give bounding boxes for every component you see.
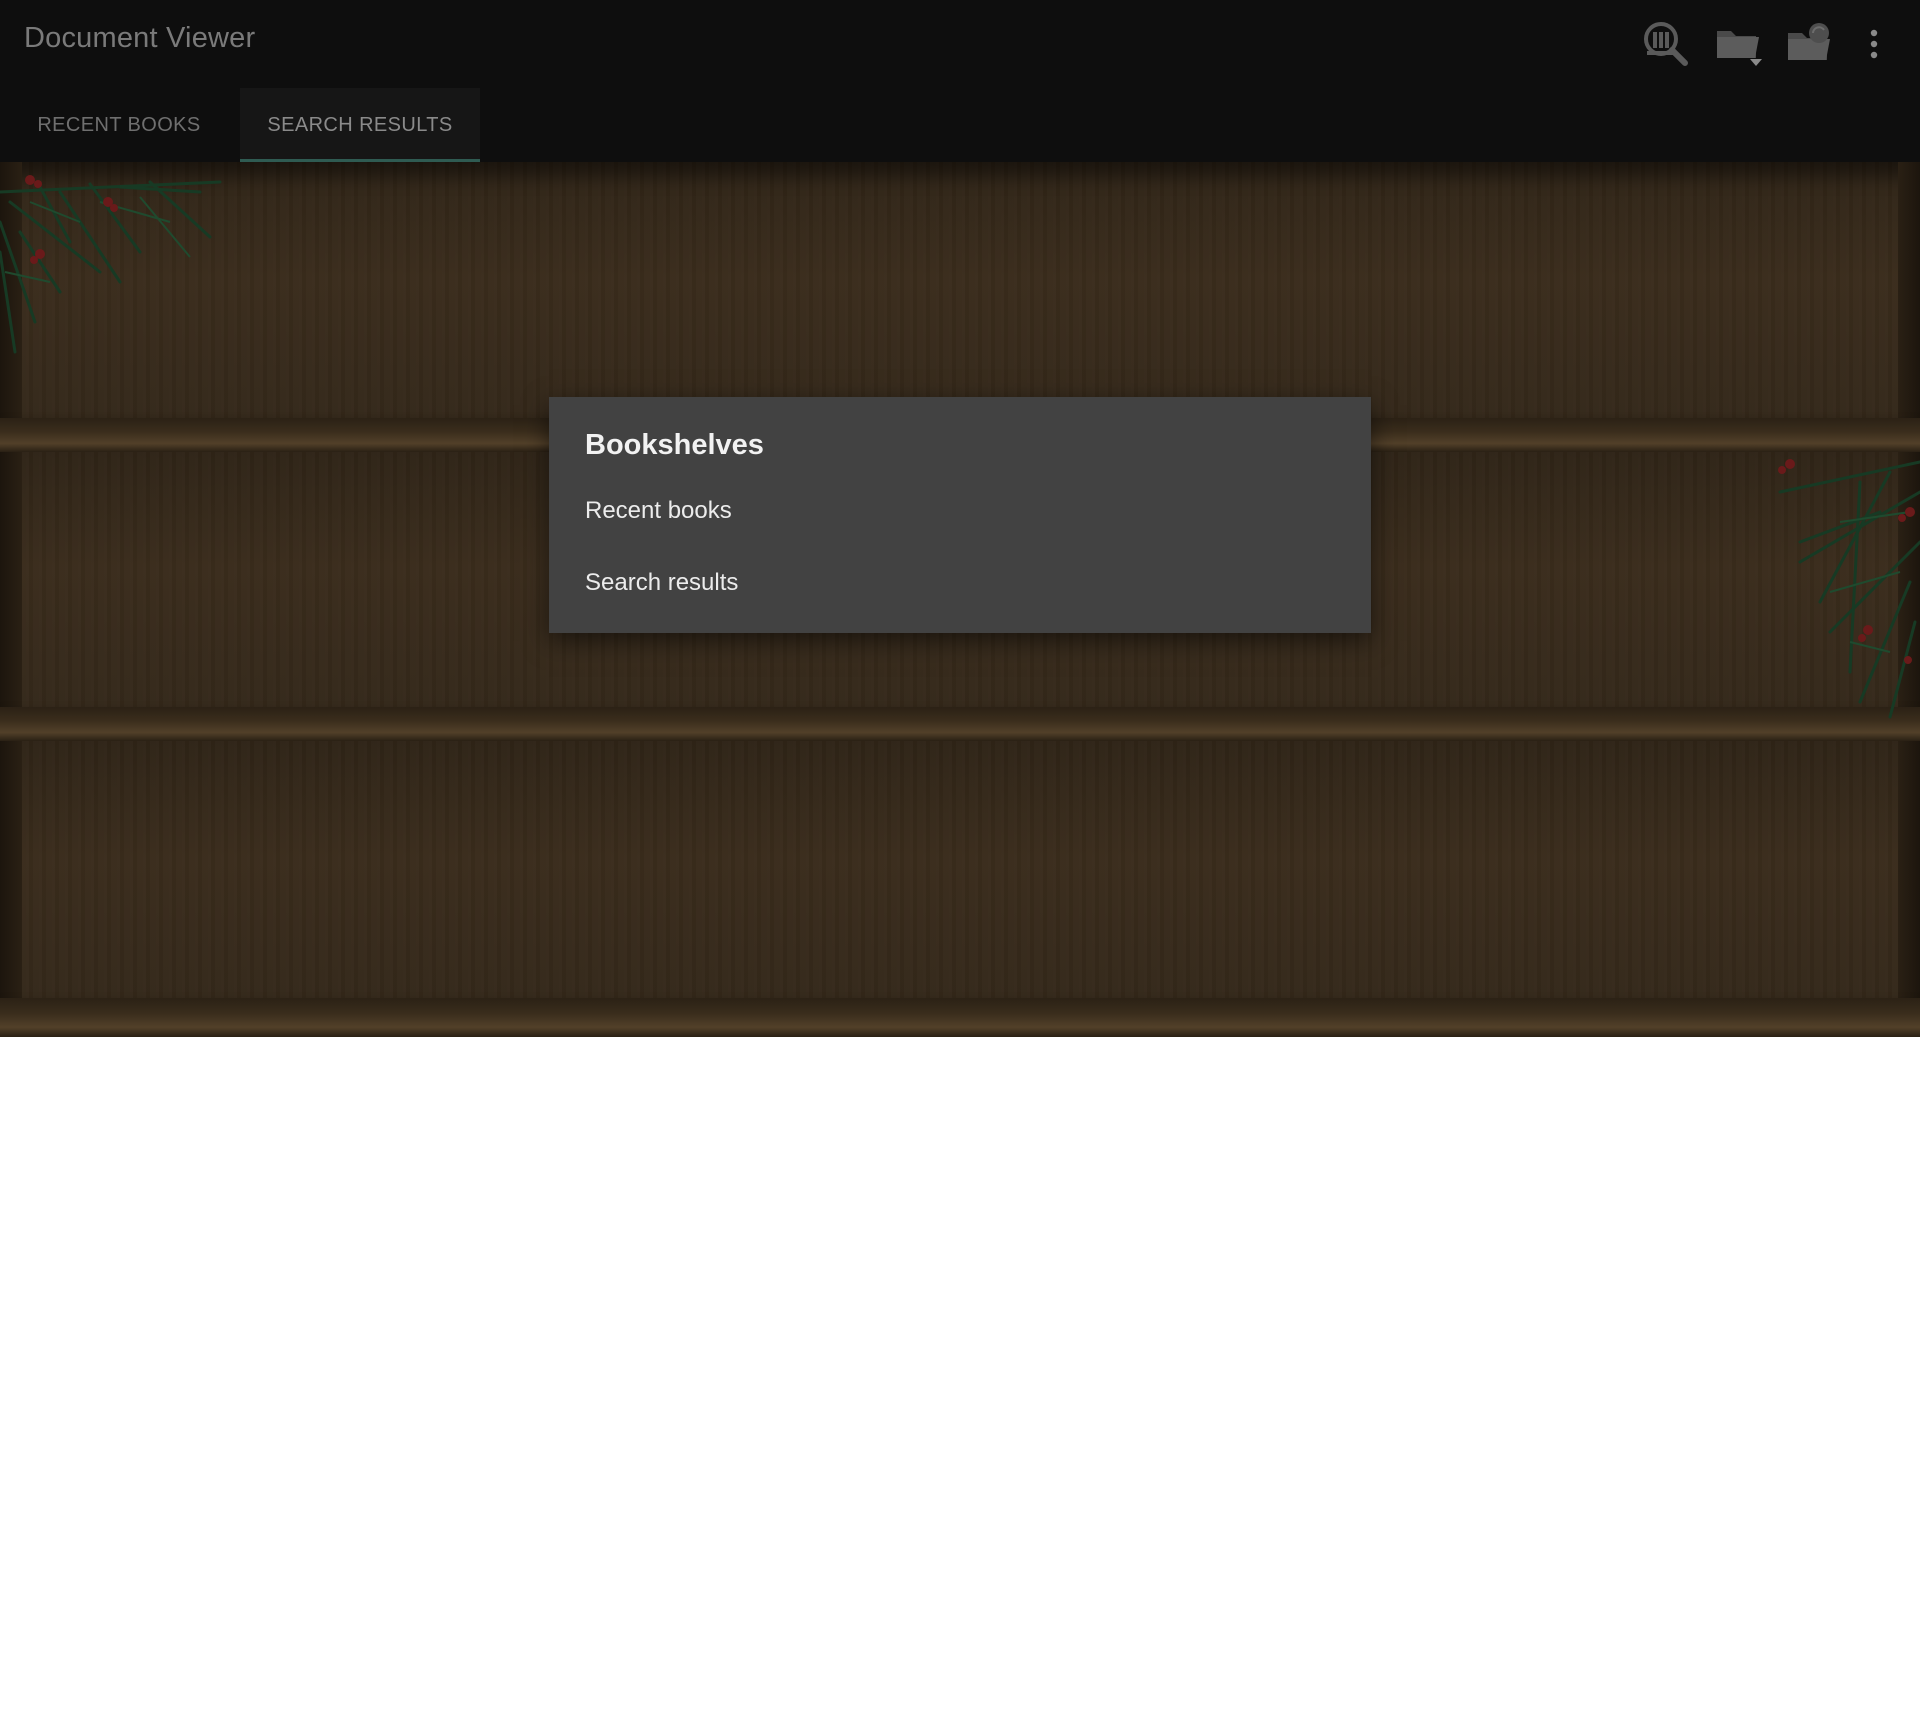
more-vert-icon[interactable] — [1848, 16, 1900, 72]
library-search-icon[interactable] — [1638, 16, 1694, 72]
shelf-row — [0, 741, 1920, 1001]
shelf-row — [0, 162, 1920, 420]
shelf-board — [0, 998, 1920, 1037]
dialog-item-search-results[interactable]: Search results — [549, 547, 1371, 619]
tab-search-results[interactable]: SEARCH RESULTS — [240, 88, 480, 162]
pine-garland-decoration — [0, 175, 222, 354]
app-window: Document Viewer RECENT BOOKS SEARCH RESU… — [0, 0, 1920, 1037]
bookshelves-dialog: Bookshelves Recent books Search results — [549, 397, 1371, 633]
tab-label: SEARCH RESULTS — [267, 113, 453, 136]
pine-garland-decoration — [1778, 459, 1920, 719]
dialog-title: Bookshelves — [585, 429, 764, 461]
app-title: Document Viewer — [24, 22, 256, 54]
dialog-item-recent-books[interactable]: Recent books — [549, 475, 1371, 547]
tab-bar: RECENT BOOKS SEARCH RESULTS — [0, 88, 1920, 162]
app-bar: Document Viewer — [0, 0, 1920, 88]
folder-sync-icon[interactable] — [1782, 16, 1838, 72]
shelf-board — [0, 707, 1920, 741]
tab-label: RECENT BOOKS — [37, 113, 201, 136]
tab-recent-books[interactable]: RECENT BOOKS — [0, 88, 238, 162]
folder-dropdown-icon[interactable] — [1711, 16, 1767, 72]
